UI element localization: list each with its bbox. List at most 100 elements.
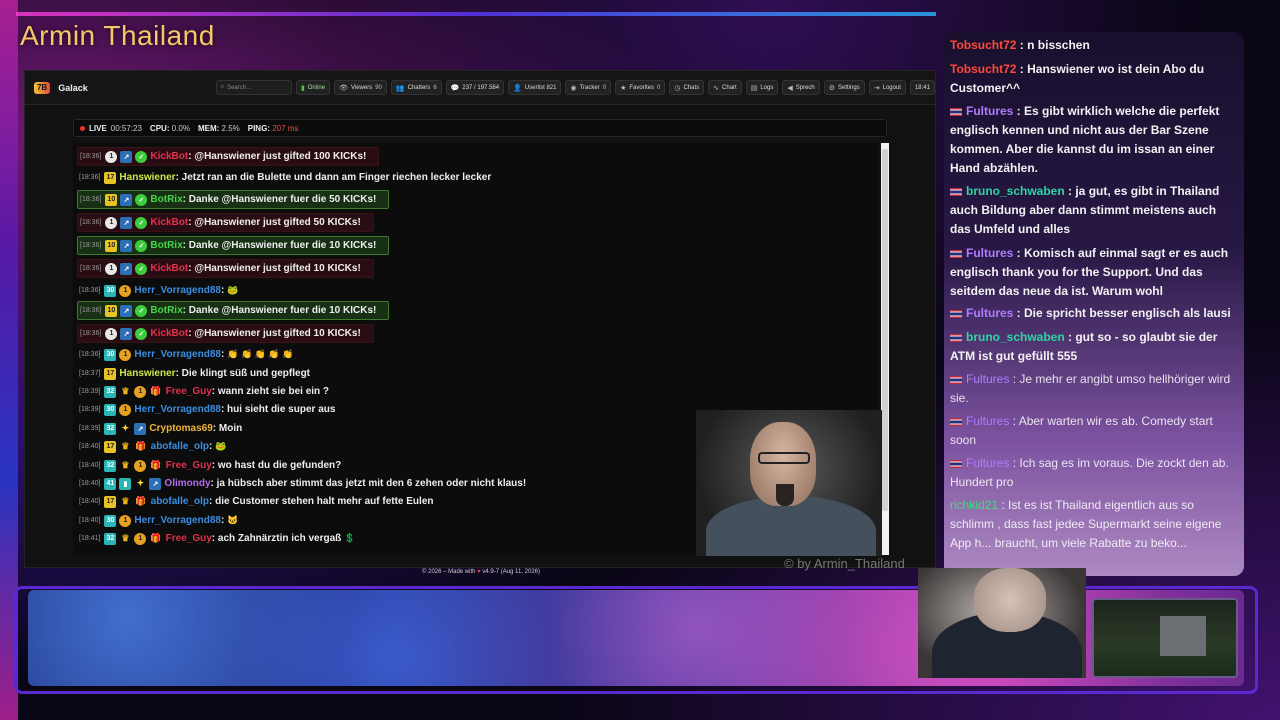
blue-badge-icon: ↗ (120, 327, 133, 340)
orange-badge-icon: 1 (134, 532, 147, 545)
nav-button-messages[interactable]: 💬 237 / 197.584 (445, 80, 505, 95)
chat-text: : hui sieht die super aus (220, 404, 336, 415)
teal-badge-icon: 32 (104, 532, 117, 545)
chat-timestamp: [18:40] (79, 498, 101, 505)
thailand-flag-icon (950, 333, 962, 342)
overlay-chat-message: bruno_schwaben : ja gut, es gibt in Thai… (950, 182, 1240, 239)
overlay-chat-username: Fultures (966, 372, 1010, 386)
chat-username[interactable]: Herr_Vorragend88 (134, 285, 221, 296)
chat-message: [18:40] 30 1 Herr_Vorragend88: 🐱 (77, 511, 239, 530)
teal-badge-icon: 30 (104, 403, 117, 416)
chat-message: [18:36] 17 Hanswiener: Jetzt ran an die Bu… (77, 168, 491, 187)
chat-message: [18:36] 10 ↗ ✓ BotRix: Danke @Hanswiener fue… (77, 301, 390, 320)
logout-icon: ⇥ (873, 84, 880, 92)
chat-username[interactable]: Herr_Vorragend88 (134, 404, 221, 415)
nav-button-logs[interactable]: ▤ Logs (745, 80, 779, 95)
blue-badge-icon: ↗ (134, 422, 147, 435)
nav-button-userlist[interactable]: 👤 Userlist 821 (508, 80, 562, 95)
chat-username[interactable]: Herr_Vorragend88 (134, 515, 221, 526)
chat-emote-icon: 🐱 (227, 515, 239, 525)
nav-button-label: Tracker (579, 84, 600, 91)
gift-badge-icon: 🎁 (135, 441, 147, 451)
chat-text: : Die klingt süß und gepflegt (175, 368, 311, 379)
speech-icon: ◀ (787, 84, 793, 92)
chat-text: : ja hübsch aber stimmt das jetzt mit de… (210, 478, 527, 489)
chat-timestamp: [18:39] (79, 425, 101, 432)
nav-button-count: 6 (433, 84, 437, 91)
chat-username[interactable]: abofalle_olp (151, 441, 209, 452)
blue-badge-icon: ↗ (120, 262, 133, 275)
chat-username[interactable]: Hanswiener (119, 368, 175, 379)
chat-timestamp: [18:40] (79, 517, 101, 524)
overlay-chat-message: Fultures : Es gibt wirklich welche die p… (950, 102, 1240, 178)
chat-username[interactable]: Free_Guy (166, 386, 212, 397)
yellow-badge-icon: 10 (105, 304, 118, 317)
gift-badge-icon: 🎁 (135, 496, 147, 506)
overlay-chat-username: Fultures (966, 414, 1010, 428)
nav-button-chart[interactable]: ∿ Chart (708, 80, 742, 95)
nav-button-count: 0 (602, 84, 607, 91)
chat-text: : wo hast du die gefunden? (211, 460, 342, 471)
yellow-badge-icon: 17 (104, 171, 117, 184)
chat-username[interactable]: BotRix (150, 305, 182, 316)
chat-timestamp: [18:36] (80, 330, 102, 337)
chat-username[interactable]: Herr_Vorragend88 (134, 349, 221, 360)
brand-logo[interactable]: 7B (34, 81, 51, 94)
chat-username[interactable]: KickBot (150, 217, 188, 228)
yellow-badge-icon: 17 (104, 495, 117, 508)
chat-username[interactable]: KickBot (150, 263, 188, 274)
chat-username[interactable]: KickBot (150, 151, 188, 162)
nav-button-signal[interactable]: ▮ Online (295, 80, 331, 95)
nav-button-settings[interactable]: ⚙ Settings (823, 80, 865, 95)
nav-button-logout[interactable]: ⇥ Logout (868, 80, 906, 95)
chat-username[interactable]: Free_Guy (166, 460, 212, 471)
search-input[interactable]: ⌕ Search... (215, 80, 292, 95)
chat-message: [18:39] 30 1 Herr_Vorragend88: hui sieht di… (77, 400, 335, 419)
star-badge-icon: ✦ (121, 423, 130, 433)
chat-text: : (220, 285, 225, 296)
chat-timestamp: [18:36] (79, 351, 101, 358)
brand-name[interactable]: Galack (58, 83, 88, 93)
chat-username[interactable]: KickBot (150, 328, 188, 339)
chat-timestamp: [18:37] (79, 370, 101, 377)
chat-username[interactable]: BotRix (150, 240, 182, 251)
chat-text: : @Hanswiener just gifted 10 KICKs! (188, 328, 361, 339)
chat-username[interactable]: BotRix (150, 194, 182, 205)
chart-icon: ∿ (713, 84, 720, 92)
chat-scrollbar[interactable] (881, 143, 889, 555)
chat-username[interactable]: Free_Guy (166, 533, 212, 544)
nav-button-chatters[interactable]: 👥 Chatters 6 (390, 80, 442, 95)
mem-value: 2.5% (221, 123, 240, 133)
chat-text: : (220, 515, 225, 526)
chat-message: [18:40] 32 ♛ 1 🎁 Free_Guy: wo hast du die gef… (77, 456, 341, 475)
nav-button-viewers[interactable]: 👁 Viewers 90 (334, 80, 387, 95)
chat-text: : Danke @Hanswiener fuer die 10 KICKs! (182, 240, 377, 251)
live-label: LIVE (89, 123, 107, 133)
teal-badge-icon: 30 (104, 284, 117, 297)
orange-badge-icon: 1 (119, 284, 132, 297)
overlay-chat-username: bruno_schwaben (966, 184, 1065, 198)
chat-timestamp: [18:36] (80, 153, 102, 160)
nav-button-clock[interactable]: 18:41 (909, 80, 935, 95)
search-placeholder: Search... (227, 84, 252, 91)
teal-badge-icon: 32 (104, 422, 117, 435)
chat-timestamp: [18:36] (80, 219, 102, 226)
nav-button-chats[interactable]: ◷ Chats (669, 80, 705, 95)
nav-button-tracker[interactable]: ◉ Tracker 0 (565, 80, 612, 95)
overlay-chat-text: : n bisschen (1016, 38, 1090, 52)
stream-watermark: © by Armin_Thailand (784, 556, 905, 571)
nav-button-speech[interactable]: ◀ Sprech (782, 80, 820, 95)
nav-button-favorites[interactable]: ★ Favorites 0 (615, 80, 666, 95)
chat-scrollbar-thumb[interactable] (882, 149, 888, 511)
blue-badge-icon: ↗ (120, 150, 133, 163)
nav-button-label: Online (307, 84, 326, 91)
orange-badge-icon: 1 (119, 514, 132, 527)
chat-username[interactable]: Cryptomas69 (149, 423, 212, 434)
chat-username[interactable]: abofalle_olp (151, 496, 209, 507)
chat-message: [18:36] 10 ↗ ✓ BotRix: Danke @Hanswiener fue… (77, 236, 390, 255)
chat-username[interactable]: Olimondy (164, 478, 210, 489)
chat-username[interactable]: Hanswiener (119, 172, 175, 183)
chat-message: [18:36] 30 1 Herr_Vorragend88: 👏 👏 👏 👏 👏 (77, 345, 293, 364)
yellow-badge-icon: 17 (104, 440, 117, 453)
overlay-chat-text: : Die spricht besser englisch als lausi (1013, 306, 1231, 320)
